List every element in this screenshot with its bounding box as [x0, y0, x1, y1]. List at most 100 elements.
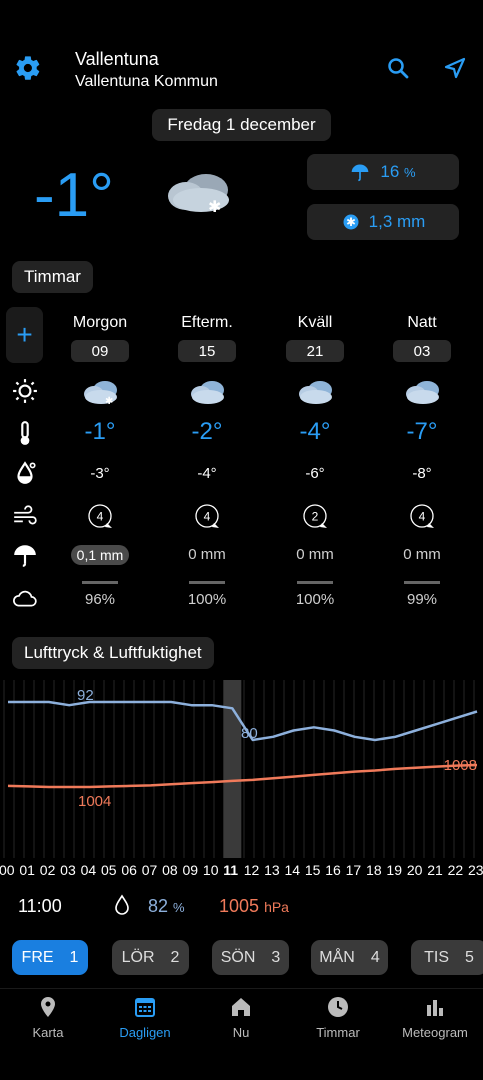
precip-value: 0,1 mm — [71, 545, 129, 565]
day-number: 3 — [271, 948, 281, 966]
feels-like-value: -6° — [305, 465, 325, 482]
cloud-icon — [401, 378, 443, 406]
day-tab[interactable]: TIS 5 — [411, 940, 483, 975]
hour-axis-label: 19 — [386, 862, 402, 878]
hour-axis-label: 14 — [284, 862, 301, 878]
hour-axis-label: 11 — [223, 862, 239, 878]
tab-timmar[interactable]: Timmar — [290, 995, 386, 1040]
cloud-icon — [186, 378, 228, 406]
tab-label: Timmar — [316, 1025, 360, 1040]
search-icon[interactable] — [386, 56, 410, 80]
precip-value: 0 mm — [296, 546, 334, 563]
tab-label: Meteogram — [402, 1025, 468, 1040]
hour-axis-label: 00 — [0, 862, 15, 878]
cloud-cover-bar — [297, 581, 333, 584]
pressure-unit: hPa — [264, 899, 289, 915]
hour-axis-label: 18 — [366, 862, 382, 878]
hour-axis-label: 07 — [141, 862, 158, 878]
day-number: 1 — [69, 948, 79, 966]
hour-axis-label: 02 — [39, 862, 56, 878]
thermometer-icon — [20, 421, 30, 445]
day-tab[interactable]: LÖR 2 — [112, 940, 189, 975]
tab-dagligen[interactable]: Dagligen — [97, 995, 193, 1040]
day-tab[interactable]: FRE 1 — [12, 940, 88, 975]
snowflake-icon: ✱ — [343, 214, 359, 230]
svg-text:✱: ✱ — [208, 197, 221, 216]
sun-icon — [13, 379, 37, 403]
precip-chance-chip: 16 % — [307, 154, 459, 190]
hour-pill[interactable]: 09 — [71, 340, 129, 362]
tab-meteogram[interactable]: Meteogram — [387, 995, 483, 1040]
day-number: 4 — [370, 948, 380, 966]
clock-icon — [328, 997, 348, 1017]
umbrella-icon — [14, 545, 36, 567]
precip-value: 0 mm — [403, 546, 441, 563]
hour-pill[interactable]: 21 — [286, 340, 344, 362]
precip-chance-unit: % — [404, 165, 416, 180]
precip-amount-chip: ✱ 1,3 mm — [307, 204, 459, 240]
period-label: Efterm. — [181, 314, 233, 331]
pressure-humidity-title: Lufttryck & Luftfuktighet — [12, 637, 214, 669]
day-tab[interactable]: MÅN 4 — [311, 940, 388, 975]
navigation-arrow-icon[interactable] — [443, 56, 467, 80]
hour-axis-label: 08 — [162, 862, 178, 878]
day-name: FRE — [21, 948, 54, 966]
hour-axis-label: 13 — [264, 862, 280, 878]
feels-like-drop-icon — [17, 461, 36, 484]
location-name: Vallentuna — [75, 49, 159, 69]
hour-axis-label: 23 — [468, 862, 483, 878]
pressure-humidity-chart[interactable]: 92 80 1004 1008 — [0, 680, 483, 860]
day-tab[interactable]: SÖN 3 — [212, 940, 289, 975]
cloud-outline-icon — [13, 590, 37, 607]
add-button[interactable]: + — [6, 307, 43, 363]
precip-chance-value: 16 — [380, 162, 400, 181]
tab-nu[interactable]: Nu — [193, 995, 289, 1040]
tab-karta[interactable]: Karta — [0, 995, 96, 1040]
hour-pill[interactable]: 03 — [393, 340, 451, 362]
wind-badge: 2 — [302, 503, 328, 529]
hour-axis-label: 22 — [447, 862, 464, 878]
hour-axis-label: 16 — [325, 862, 341, 878]
wind-speed: 4 — [204, 510, 211, 524]
cloud-cover-bar — [189, 581, 225, 584]
day-name: MÅN — [319, 948, 355, 966]
feels-like-value: -3° — [90, 465, 110, 482]
tab-label: Karta — [32, 1025, 64, 1040]
day-name: LÖR — [121, 948, 155, 966]
hour-axis-label: 20 — [406, 862, 423, 878]
wind-badge: 4 — [194, 503, 220, 529]
hours-section-title: Timmar — [12, 261, 93, 293]
pressure-min-label: 1004 — [78, 793, 111, 810]
current-temperature: -1° — [34, 161, 114, 230]
hour-axis-label: 09 — [182, 862, 199, 878]
pressure-value: 1005 — [219, 896, 260, 916]
hour-axis-label: 01 — [19, 862, 35, 878]
cloud-snow-icon: ✱ — [79, 378, 121, 407]
day-name: TIS — [424, 948, 449, 966]
tab-label: Dagligen — [119, 1025, 171, 1040]
cloud-cover-value: 100% — [295, 591, 335, 608]
period-label: Morgon — [72, 314, 128, 331]
humidity-drop-icon — [115, 894, 129, 915]
map-pin-icon — [41, 997, 55, 1017]
cloud-cover-bar — [404, 581, 440, 584]
hour-axis-label: 10 — [202, 862, 219, 878]
svg-text:✱: ✱ — [346, 215, 356, 229]
hour-pill[interactable]: 15 — [178, 340, 236, 362]
hour-axis-label: 15 — [304, 862, 321, 878]
cloud-cover-value: 100% — [187, 591, 227, 608]
cloud-cover-bar — [82, 581, 118, 584]
svg-text:✱: ✱ — [105, 396, 113, 406]
temperature-value: -4° — [299, 418, 331, 445]
wind-badge: 4 — [87, 503, 113, 529]
wind-speed: 4 — [97, 510, 104, 524]
selected-time: 11:00 — [18, 896, 62, 916]
hour-axis-label: 21 — [427, 862, 443, 878]
precip-value: 0 mm — [188, 546, 226, 563]
temperature-value: -1° — [84, 418, 116, 445]
period-label: Natt — [407, 314, 437, 331]
day-name: SÖN — [220, 948, 256, 966]
cloud-snow-icon: ✱ — [168, 174, 229, 216]
pressure-max-label: 1008 — [444, 757, 477, 774]
gear-icon[interactable] — [14, 54, 42, 82]
